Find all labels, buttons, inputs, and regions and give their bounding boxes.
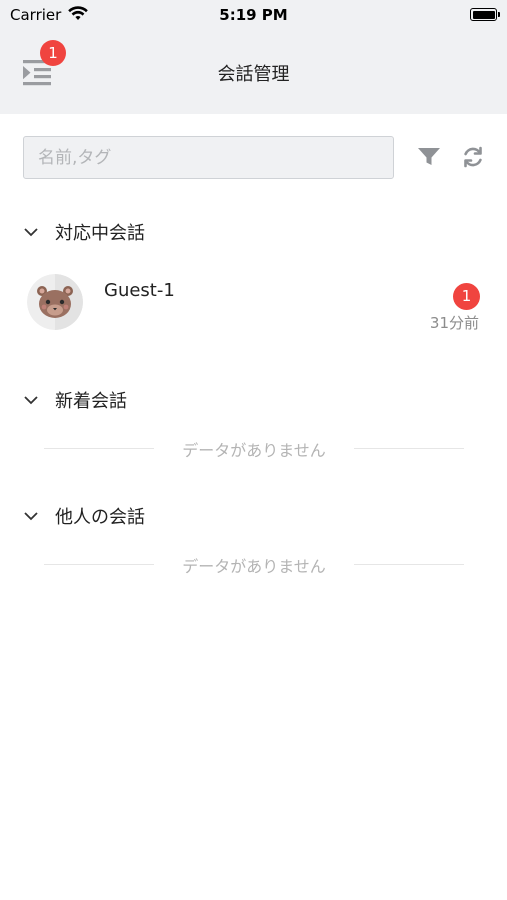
- guest-avatar: [27, 274, 83, 330]
- battery-icon: [470, 8, 500, 21]
- empty-state-text: データがありません: [182, 441, 326, 460]
- conversation-time: 31分前: [429, 314, 479, 332]
- section-header-active[interactable]: 対応中会話: [22, 217, 482, 247]
- status-time: 5:19 PM: [219, 6, 288, 24]
- unread-badge: 1: [453, 283, 480, 310]
- page-title: 会話管理: [217, 64, 290, 85]
- filter-icon[interactable]: [416, 145, 442, 169]
- status-bar: Carrier 5:19 PM: [0, 0, 507, 30]
- search-input[interactable]: [23, 136, 394, 179]
- empty-state-text: データがありません: [182, 557, 326, 576]
- chevron-down-icon: [22, 223, 40, 241]
- navigation-bar: 1 会話管理: [0, 30, 507, 114]
- section-header-others[interactable]: 他人の会話: [22, 501, 482, 531]
- empty-state-others: データがありません: [44, 552, 464, 576]
- empty-state-new: データがありません: [44, 436, 464, 460]
- section-header-new[interactable]: 新着会話: [22, 385, 482, 415]
- section-title-others: 他人の会話: [55, 507, 145, 528]
- refresh-icon[interactable]: [460, 145, 486, 169]
- chevron-down-icon: [22, 507, 40, 525]
- section-title-new: 新着会話: [55, 391, 127, 412]
- section-title-active: 対応中会話: [55, 223, 145, 244]
- conversation-list-item[interactable]: Guest-1 1 31分前: [0, 262, 507, 346]
- divider-line: [354, 448, 464, 449]
- chevron-down-icon: [22, 391, 40, 409]
- conversation-name: Guest-1: [104, 280, 175, 301]
- divider-line: [354, 564, 464, 565]
